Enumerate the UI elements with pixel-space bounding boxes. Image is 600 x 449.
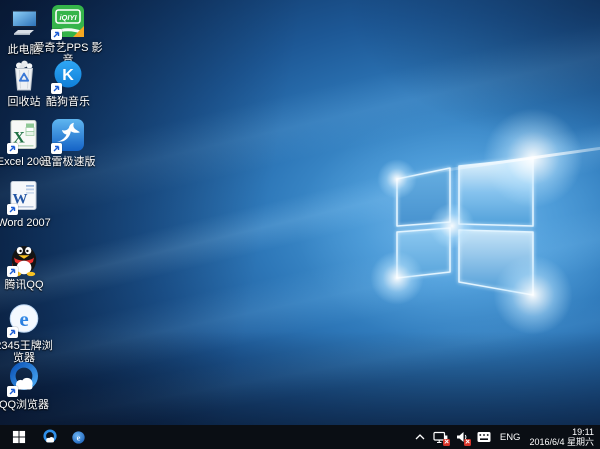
taskbar: e [0,425,600,449]
language-indicator[interactable]: ENG [495,425,526,449]
network-disconnected-icon[interactable] [429,425,452,449]
desktop-icon-2345-browser[interactable]: e 2345王牌浏览器 [0,302,55,364]
tencent-qq-icon [6,241,42,277]
kugou-music-icon: K [50,58,86,94]
shortcut-arrow-icon [51,83,62,94]
svg-text:e: e [19,307,28,331]
desktop-icon-iqiyi-pps[interactable]: iQIYI 爱奇艺PPS 影音 [33,4,103,66]
touch-keyboard-icon[interactable] [473,425,495,449]
shortcut-arrow-icon [51,29,62,40]
desktop-icon-tencent-qq[interactable]: 腾讯QQ [0,241,55,291]
thunder-speed-icon [50,118,86,154]
tray-date: 2016/6/4 星期六 [529,437,594,447]
volume-muted-icon[interactable] [452,425,473,449]
svg-text:K: K [62,67,74,84]
icon-label: Word 2007 [0,217,55,229]
shortcut-arrow-icon [7,204,18,215]
error-badge [443,439,450,446]
desktop-icon-qq-browser[interactable]: QQ浏览器 [0,361,55,411]
tray-chevron-up-icon[interactable] [411,425,429,449]
svg-text:iQIYI: iQIYI [59,13,77,22]
icon-label: 迅雷极速版 [33,156,103,168]
e-browser-icon: e [71,430,86,445]
qq-browser-icon [42,429,58,445]
shortcut-arrow-icon [7,266,18,277]
svg-text:e: e [77,433,81,442]
shortcut-arrow-icon [7,327,18,338]
word-2007-icon: W [6,179,42,215]
taskbar-button-qq-browser[interactable] [36,425,63,449]
icon-label: 酷狗音乐 [33,96,103,108]
tray-clock[interactable]: 19:11 2016/6/4 星期六 [525,427,600,447]
desktop-icon-kugou-music[interactable]: K 酷狗音乐 [33,58,103,108]
icon-label: 腾讯QQ [0,279,55,291]
2345-browser-icon: e [6,302,42,338]
shortcut-arrow-icon [51,143,62,154]
tray-time: 19:11 [529,427,594,437]
error-badge [464,439,471,446]
start-button[interactable] [5,425,32,449]
qq-browser-icon [6,361,42,397]
windows-flag-icon [12,430,26,444]
taskbar-button-2345-browser[interactable]: e [65,425,92,449]
shortcut-arrow-icon [7,143,18,154]
iqiyi-pps-icon: iQIYI [50,4,86,40]
shortcut-arrow-icon [7,386,18,397]
windows-logo [380,144,550,314]
icon-label: QQ浏览器 [0,399,55,411]
desktop-icon-thunder-speed[interactable]: 迅雷极速版 [33,118,103,168]
system-tray: ENG 19:11 2016/6/4 星期六 [411,425,600,449]
desktop-icon-word-2007[interactable]: W Word 2007 [0,179,55,229]
